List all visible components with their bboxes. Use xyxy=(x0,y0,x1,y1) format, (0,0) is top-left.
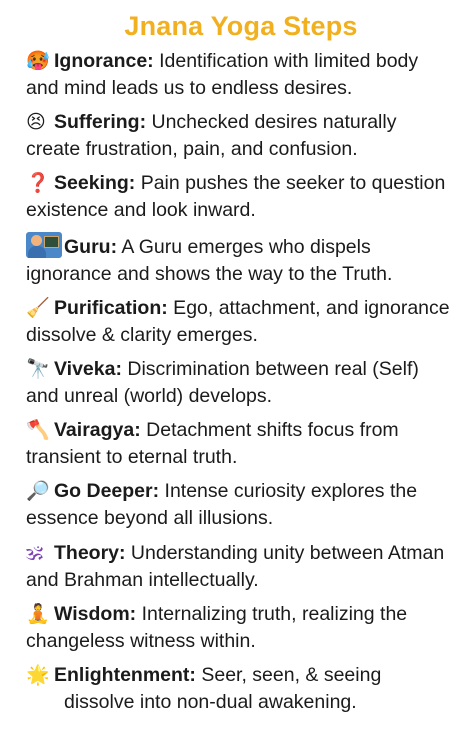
step-name: Theory: xyxy=(54,541,126,564)
step-enlightenment: 🌟 Enlightenment: Seer, seen, & seeing dis… xyxy=(26,662,456,716)
step-theory: 🕉 Theory: Understanding unity between Atm… xyxy=(26,540,456,594)
step-name: Wisdom: xyxy=(54,602,137,625)
angry-face-icon: 🥵 xyxy=(26,50,50,72)
step-name: Guru: xyxy=(64,235,118,258)
step-name: Purification: xyxy=(54,296,168,319)
step-guru: Guru: A Guru emerges who dispels ignoran… xyxy=(26,231,456,288)
step-description-continued: dissolve into non-dual awakening. xyxy=(64,690,357,713)
step-name: Enlightenment: xyxy=(54,663,196,686)
broom-icon: 🧹 xyxy=(26,296,50,319)
steps-list: 🥵 Ignorance: Identification with limited … xyxy=(26,48,456,716)
step-purification: 🧹 Purification: Ego, attachment, and igno… xyxy=(26,295,456,349)
step-name: Seeking: xyxy=(54,172,136,195)
step-seeking: ❓ Seeking: Pain pushes the seeker to ques… xyxy=(26,170,456,224)
persevering-face-icon: 😣 xyxy=(26,111,46,134)
step-name: Ignorance: xyxy=(54,50,154,72)
step-name: Viveka: xyxy=(54,357,122,380)
step-viveka: 🔭 Viveka: Discrimination between real (Se… xyxy=(26,356,456,410)
step-name: Go Deeper: xyxy=(54,480,160,503)
magnifier-icon: 🔎 xyxy=(26,480,50,503)
om-icon: 🕉 xyxy=(26,541,44,564)
step-wisdom: 🧘 Wisdom: Internalizing truth, realizing … xyxy=(26,601,456,655)
telescope-icon: 🔭 xyxy=(26,357,50,380)
meditation-icon: 🧘 xyxy=(26,602,50,625)
step-name: Vairagya: xyxy=(54,419,141,442)
sun-burst-icon: 🌟 xyxy=(26,663,50,686)
axe-icon: 🪓 xyxy=(26,419,50,442)
step-vairagya: 🪓 Vairagya: Detachment shifts focus from … xyxy=(26,417,456,471)
question-mark-icon: ❓ xyxy=(26,172,50,195)
page-title: Jnana Yoga Steps xyxy=(124,11,358,41)
teacher-icon xyxy=(26,231,62,258)
step-go-deeper: 🔎 Go Deeper: Intense curiosity explores t… xyxy=(26,478,456,532)
step-ignorance: 🥵 Ignorance: Identification with limited … xyxy=(26,48,456,102)
step-name: Suffering: xyxy=(54,111,147,134)
step-suffering: 😣 Suffering: Unchecked desires naturally … xyxy=(26,109,456,163)
step-description: Seer, seen, & seeing xyxy=(195,663,382,686)
page: Jnana Yoga Steps 🥵 Ignorance: Identificat… xyxy=(0,0,470,739)
